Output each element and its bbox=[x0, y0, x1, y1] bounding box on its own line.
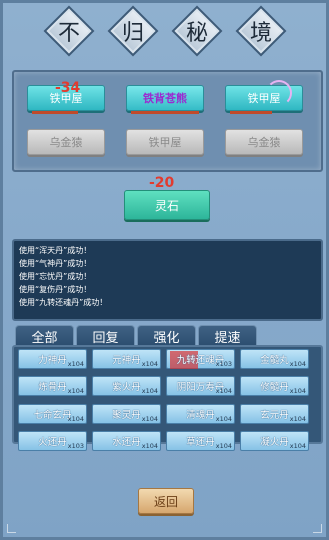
enemy-button-4[interactable]: 乌金猿 bbox=[27, 129, 105, 155]
back-button[interactable]: 返回 bbox=[138, 488, 194, 514]
log-line: 使用“九转还魂丹”成功！ bbox=[19, 298, 108, 307]
enemy-hp-bar-1 bbox=[32, 111, 78, 114]
battle-log: 使用“浑天丹”成功！ 使用“气神丹”成功！ 使用“忘忧丹”成功！ 使用“复伤丹”… bbox=[12, 239, 323, 321]
item-count: x104 bbox=[289, 360, 306, 368]
item-slot[interactable]: 聚灵丹 x104 bbox=[92, 404, 161, 424]
enemy-label-2: 铁背苍熊 bbox=[143, 92, 187, 105]
item-slot[interactable]: 玄元丹 x104 bbox=[240, 404, 309, 424]
item-slot[interactable]: 阴阳万寿丹 x104 bbox=[166, 376, 235, 396]
target-ring-icon bbox=[266, 80, 292, 106]
title-tile-3: 秘 bbox=[171, 5, 223, 57]
title-char-1: 不 bbox=[57, 21, 80, 46]
enemy-button-6[interactable]: 乌金猿 bbox=[225, 129, 303, 155]
title-banner: 不 归 秘 境 bbox=[3, 5, 326, 57]
enemy-label-4: 乌金猿 bbox=[49, 136, 83, 149]
tab-speed[interactable]: 提速 bbox=[198, 325, 257, 346]
item-slot[interactable]: 清魂丹 x104 bbox=[166, 404, 235, 424]
tab-recovery[interactable]: 回复 bbox=[76, 325, 135, 346]
item-count: x104 bbox=[67, 360, 84, 368]
item-slot[interactable]: 草还丹 x104 bbox=[166, 431, 235, 451]
enemy-label-5: 铁甲屋 bbox=[148, 136, 182, 149]
game-screen: 不 归 秘 境 铁甲屋 -34 铁背苍熊 铁甲屋 乌金猿 铁甲屋 乌金猿 -20… bbox=[0, 0, 329, 540]
item-slot[interactable]: 火还丹 x103 bbox=[18, 431, 87, 451]
title-tile-1: 不 bbox=[43, 5, 95, 57]
spirit-stone-label: 灵石 bbox=[154, 198, 179, 213]
item-count: x104 bbox=[141, 387, 158, 395]
item-count: x104 bbox=[141, 442, 158, 450]
item-slot[interactable]: 炼骨丹 x104 bbox=[18, 376, 87, 396]
damage-number-2: -20 bbox=[149, 175, 175, 191]
spirit-stone-button[interactable]: 灵石 bbox=[124, 190, 210, 220]
item-count: x103 bbox=[215, 360, 232, 368]
log-line: 使用“忘忧丹”成功！ bbox=[19, 272, 92, 281]
item-count: x104 bbox=[289, 442, 306, 450]
item-count: x104 bbox=[141, 415, 158, 423]
item-slot[interactable]: 九转还魂丹 x103 bbox=[166, 349, 235, 369]
item-grid: 力神丹 x104 元神丹 x104 九转还魂丹 x103 金髓丸 x104 炼骨丹 x104 紫火丹… bbox=[12, 345, 323, 451]
item-slot[interactable]: 力神丹 x104 bbox=[18, 349, 87, 369]
item-slot[interactable]: 金髓丸 x104 bbox=[240, 349, 309, 369]
item-count: x104 bbox=[67, 415, 84, 423]
title-char-2: 归 bbox=[121, 21, 144, 46]
tab-all[interactable]: 全部 bbox=[15, 325, 74, 346]
item-slot[interactable]: 元神丹 x104 bbox=[92, 349, 161, 369]
item-slot[interactable]: 水还丹 x104 bbox=[92, 431, 161, 451]
enemy-label-6: 乌金猿 bbox=[247, 136, 281, 149]
title-tile-2: 归 bbox=[107, 5, 159, 57]
log-line: 使用“复伤丹”成功！ bbox=[19, 285, 92, 294]
title-char-3: 秘 bbox=[185, 21, 208, 46]
frame-corner bbox=[313, 524, 322, 533]
item-count: x104 bbox=[215, 415, 232, 423]
enemy-button-5[interactable]: 铁甲屋 bbox=[126, 129, 204, 155]
frame-corner bbox=[7, 524, 16, 533]
item-slot[interactable]: 凝火丹 x104 bbox=[240, 431, 309, 451]
item-count: x104 bbox=[215, 442, 232, 450]
item-slot[interactable]: 修髓丹 x104 bbox=[240, 376, 309, 396]
item-count: x104 bbox=[141, 360, 158, 368]
log-line: 使用“浑天丹”成功！ bbox=[19, 246, 92, 255]
item-slot[interactable]: 紫火丹 x104 bbox=[92, 376, 161, 396]
title-char-4: 境 bbox=[249, 21, 272, 46]
item-slot[interactable]: 七命玄丹 x104 bbox=[18, 404, 87, 424]
enemy-hp-bar-2 bbox=[131, 111, 199, 114]
enemy-hp-bar-3 bbox=[230, 111, 272, 114]
enemy-button-2[interactable]: 铁背苍熊 bbox=[126, 85, 204, 114]
enemy-panel: 铁甲屋 -34 铁背苍熊 铁甲屋 乌金猿 铁甲屋 乌金猿 bbox=[12, 70, 323, 172]
item-count: x104 bbox=[289, 415, 306, 423]
tab-enhance[interactable]: 强化 bbox=[137, 325, 196, 346]
title-tile-4: 境 bbox=[235, 5, 287, 57]
item-count: x104 bbox=[67, 387, 84, 395]
item-count: x103 bbox=[67, 442, 84, 450]
item-count: x104 bbox=[215, 387, 232, 395]
damage-number-1: -34 bbox=[55, 80, 81, 96]
back-label: 返回 bbox=[153, 494, 178, 509]
log-line: 使用“气神丹”成功！ bbox=[19, 259, 92, 268]
item-count: x104 bbox=[289, 387, 306, 395]
